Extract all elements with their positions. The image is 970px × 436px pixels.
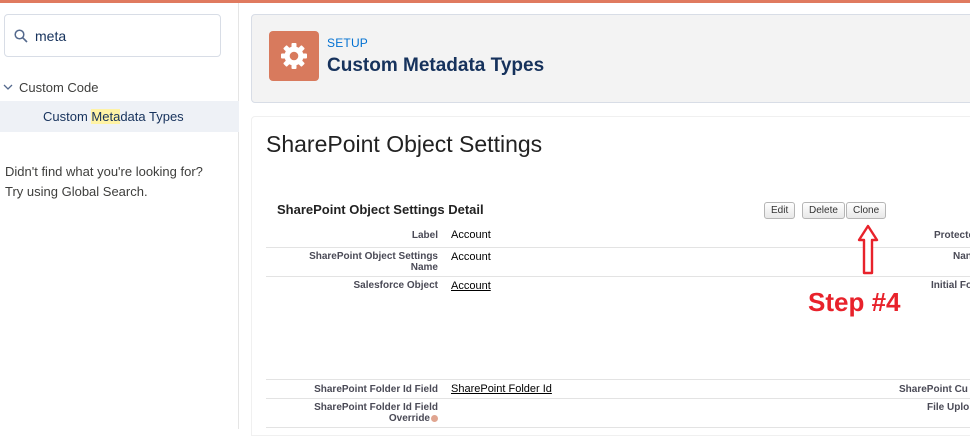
salesforce-object-link[interactable]: Account [451,280,491,292]
tree-item-custom-metadata-types[interactable]: Custom Meta data Types [0,101,239,132]
search-help-text: Didn't find what you're looking for? Try… [5,162,203,202]
right-field-label: File Uplo [927,402,970,413]
setup-sidebar: Custom Code Custom Metadata Types Didn't… [0,3,239,429]
search-help-line-2: Try using Global Search. [5,184,148,199]
help-icon[interactable] [431,414,438,422]
field-value: Account [451,280,491,292]
clone-button[interactable]: Clone [846,202,887,219]
page-header: SETUP Custom Metadata Types [251,14,970,103]
search-icon [14,29,28,43]
right-field-label: SharePoint Cu [899,384,968,395]
field-label-text: SharePoint Folder Id Field Override [314,402,438,424]
detail-page: SharePoint Object Settings SharePoint Ob… [251,116,970,436]
gear-icon [281,43,307,69]
right-field-label: Nan [953,251,970,262]
record-title: SharePoint Object Settings [266,131,543,157]
field-label: SharePoint Folder Id Field [314,384,438,395]
search-help-line-1: Didn't find what you're looking for? [5,164,203,179]
right-field-label: Initial Fo [931,280,970,291]
detail-section-title: SharePoint Object Settings Detail [277,202,484,217]
tree-group-custom-code[interactable]: Custom Code [0,75,239,99]
field-value: Account [451,251,491,263]
field-row-folder-id-field: SharePoint Folder Id Field SharePoint Fo… [266,380,970,399]
page-title: Custom Metadata Types [327,55,545,76]
folder-id-field-link[interactable]: SharePoint Folder Id [451,383,552,395]
field-value: SharePoint Folder Id [451,383,552,395]
quick-find-input[interactable] [35,25,215,47]
right-field-label: Protecte [934,230,970,241]
field-value: Account [451,229,491,241]
tree-item-label-prefix: Custom [43,109,92,124]
edit-button[interactable]: Edit [764,202,796,219]
chevron-down-icon [3,84,13,90]
field-row-folder-id-override: SharePoint Folder Id Field Override File… [266,399,970,428]
arrow-up-icon [857,224,879,275]
field-label: Label [411,230,438,241]
field-label: SharePoint Object Settings Name [309,251,438,273]
tree-group-label: Custom Code [19,79,99,95]
field-label: Salesforce Object [353,280,438,291]
setup-icon-tile [269,31,319,81]
breadcrumb-setup[interactable]: SETUP [327,36,368,50]
step-annotation: Step #4 [808,287,901,317]
field-label: SharePoint Folder Id Field Override [303,402,438,424]
delete-button[interactable]: Delete [802,202,845,219]
quick-find-box[interactable] [4,14,221,57]
search-highlight: Meta [91,109,121,124]
tree-item-label-suffix: data Types [120,109,184,124]
